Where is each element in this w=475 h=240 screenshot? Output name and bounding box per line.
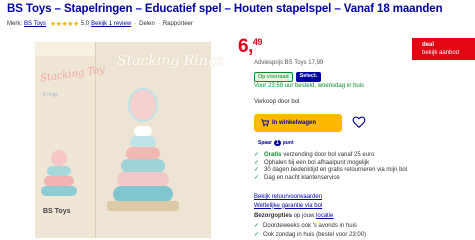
price: 6,49 bbox=[238, 36, 263, 57]
stock-badge: Op voorraad bbox=[254, 72, 293, 82]
product-title: BS Toys – Stapelringen – Educatief spel … bbox=[7, 3, 443, 15]
check-icon: ✓ bbox=[254, 174, 260, 181]
ring-6 bbox=[113, 186, 173, 202]
ring-base bbox=[107, 201, 179, 211]
info-links: Bekijk retourvoorwaarden Wettelijke gara… bbox=[254, 193, 322, 210]
review-link[interactable]: Bekijk 1 review bbox=[91, 21, 131, 27]
delivery-options-heading: Bezorgopties op jouw locatie bbox=[254, 213, 334, 219]
price-main: 6 bbox=[238, 36, 249, 57]
ring-head bbox=[128, 88, 158, 122]
report-link[interactable]: Rapporteer bbox=[163, 21, 193, 27]
check-icon: ✓ bbox=[254, 232, 260, 238]
brand-prefix: Merk: bbox=[7, 21, 22, 27]
add-to-cart-button[interactable]: In winkelwagen bbox=[254, 114, 342, 132]
deal-link: bekijk aanbod bbox=[422, 50, 460, 56]
seller-info: Verkoop door bol bbox=[254, 99, 300, 105]
delivery-promise: Voor 23:59 uur besteld, woensdag in huis bbox=[254, 83, 365, 89]
check-icon: ✓ bbox=[254, 167, 260, 173]
check-icon: ✓ bbox=[254, 159, 260, 166]
usp-item: ✓ Ophalen bij een bol afhaalpunt mogelijk bbox=[254, 159, 370, 166]
star-rating-icon: ★★★★★ bbox=[49, 21, 79, 28]
brand-link[interactable]: BS Toys bbox=[24, 21, 46, 27]
spaar-count: 1 bbox=[273, 140, 281, 146]
ring-5 bbox=[117, 172, 169, 187]
wishlist-heart-icon[interactable] bbox=[352, 115, 366, 129]
ring-4 bbox=[121, 159, 165, 173]
check-icon: ✓ bbox=[254, 223, 260, 229]
product-meta: Merk: BS Toys ★★★★★ 5,0 Bekijk 1 review … bbox=[7, 21, 193, 28]
spaar-suffix: punt bbox=[282, 140, 294, 146]
box-title: Stacking Rings bbox=[117, 53, 224, 69]
product-image[interactable]: Stacking Rings Stacking Toy 6 rings BS T… bbox=[7, 30, 227, 240]
cart-label: In winkelwagen bbox=[272, 120, 317, 126]
side-ring-2 bbox=[47, 166, 71, 176]
warranty-link[interactable]: Wettelijke garantie via bol bbox=[254, 202, 322, 211]
price-cents: 49 bbox=[252, 37, 263, 47]
spaar-points: Spaar 1 punt bbox=[258, 140, 294, 146]
delivery-option-sunday: ✓ Ook zondag in huis (bestel voor 23:00) bbox=[254, 232, 367, 238]
usp-item: ✓ Dag en nacht klantenservice bbox=[254, 174, 340, 181]
advice-price: Adviesprijs BS Toys 17,99 bbox=[254, 60, 324, 66]
delivery-option-evening: ✓ Doordeweeks ook 's avonds in huis bbox=[254, 223, 357, 229]
badges: Op voorraad Select. bbox=[254, 72, 322, 82]
share-link[interactable]: Delen bbox=[139, 21, 155, 27]
deal-banner[interactable]: deal bekijk aanbod bbox=[412, 38, 475, 60]
side-ring-4 bbox=[41, 186, 77, 196]
spaar-prefix: Spaar bbox=[258, 140, 272, 146]
usp-list: ✓ Gratis verzending door bol vanaf 25 euro… bbox=[254, 152, 407, 182]
rating-value: 5,0 bbox=[80, 21, 90, 27]
returns-link[interactable]: Bekijk retourvoorwaarden bbox=[254, 193, 322, 202]
box-side-text: 6 rings bbox=[43, 92, 59, 98]
deal-label: deal bbox=[422, 42, 435, 48]
delivery-options-title: Bezorgopties bbox=[254, 213, 293, 219]
location-link[interactable]: locatie bbox=[316, 213, 333, 219]
usp-item: ✓ Gratis verzending door bol vanaf 25 euro bbox=[254, 152, 375, 158]
select-badge[interactable]: Select. bbox=[295, 72, 322, 82]
ring-1 bbox=[134, 126, 152, 136]
side-ring-3 bbox=[44, 176, 74, 186]
side-ring-1 bbox=[51, 150, 67, 166]
cart-icon bbox=[261, 119, 269, 127]
brand-mark: BS Toys bbox=[43, 208, 71, 215]
usp-item: ✓ 30 dagen bedenktijd en gratis retourner… bbox=[254, 167, 408, 173]
check-icon: ✓ bbox=[254, 152, 260, 158]
